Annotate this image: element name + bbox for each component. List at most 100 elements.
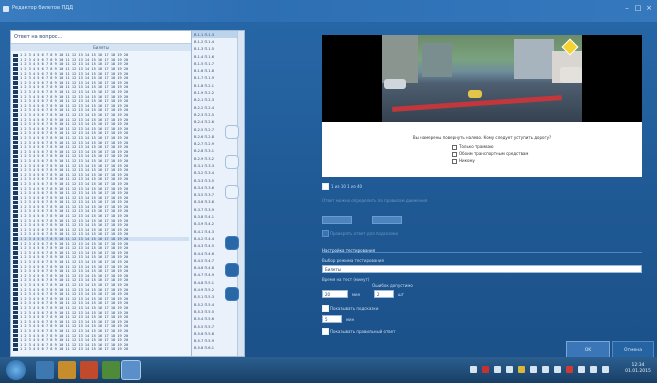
row-marker — [13, 310, 18, 315]
app-icon-green[interactable] — [102, 361, 120, 379]
active-window-icon[interactable] — [122, 361, 140, 379]
answer-option-1[interactable]: Только трамваю — [452, 144, 493, 150]
row-marker — [13, 94, 18, 99]
row-marker — [13, 145, 18, 149]
ticket-row-values: 1 2 3 4 5 6 7 8 9 10 11 12 13 14 15 16 1… — [20, 278, 129, 283]
extra-time-input[interactable]: 5 — [322, 315, 342, 323]
question-image — [322, 35, 642, 122]
tray-icon-8[interactable] — [554, 366, 561, 373]
ticket-row-values: 1 2 3 4 5 6 7 8 9 10 11 12 13 14 15 16 1… — [20, 131, 129, 136]
close-button[interactable]: × — [645, 4, 653, 12]
ticket-row-values: 1 2 3 4 5 6 7 8 9 10 11 12 13 14 15 16 1… — [20, 186, 129, 191]
ticket-row-values: 1 2 3 4 5 6 7 8 9 10 11 12 13 14 15 16 1… — [20, 204, 129, 209]
row-marker — [13, 218, 18, 223]
tray-icon-5[interactable] — [518, 366, 525, 373]
tray-icon-2[interactable] — [482, 366, 489, 373]
errors-input[interactable]: 2 — [374, 290, 394, 298]
tray-icon-6[interactable] — [530, 366, 537, 373]
show-answer-checkbox[interactable] — [322, 328, 329, 335]
row-marker — [13, 283, 18, 287]
row-marker — [13, 140, 18, 145]
ticket-row-values: 1 2 3 4 5 6 7 8 9 10 11 12 13 14 15 16 1… — [20, 218, 129, 223]
tray-icon-4[interactable] — [506, 366, 513, 373]
row-marker — [13, 172, 18, 177]
minimize-button[interactable]: – — [623, 4, 631, 12]
edit-icon[interactable] — [226, 237, 238, 249]
section-title: Настройка тестирования — [322, 248, 376, 253]
ticket-row-values: 1 2 3 4 5 6 7 8 9 10 11 12 13 14 15 16 1… — [20, 273, 129, 278]
ticket-row-values: 1 2 3 4 5 6 7 8 9 10 11 12 13 14 15 16 1… — [20, 181, 129, 186]
media-player-icon[interactable] — [80, 361, 98, 379]
row-marker — [13, 168, 18, 172]
tray-icon-10[interactable] — [578, 366, 585, 373]
row-marker — [13, 315, 18, 319]
time-input[interactable]: 20 — [322, 290, 348, 298]
ok-button[interactable]: OK — [566, 341, 610, 358]
ticket-row[interactable]: 1 2 3 4 5 6 7 8 9 10 11 12 13 14 15 16 1… — [13, 347, 189, 352]
row-marker — [13, 209, 18, 214]
paste-icon[interactable] — [226, 156, 238, 168]
tray-icon-3[interactable] — [494, 366, 501, 373]
ticket-row-values: 1 2 3 4 5 6 7 8 9 10 11 12 13 14 15 16 1… — [20, 282, 129, 287]
row-marker — [13, 246, 18, 251]
ticket-row-values: 1 2 3 4 5 6 7 8 9 10 11 12 13 14 15 16 1… — [20, 246, 129, 251]
answer-option-3[interactable]: Никому — [452, 158, 475, 164]
clock[interactable]: 12:34 01.01.2015 — [624, 363, 652, 375]
cancel-button[interactable]: Отмена — [612, 341, 654, 358]
media-checkbox[interactable] — [322, 183, 329, 190]
mode-label: Выбор режима тестирования — [322, 258, 384, 263]
questions-list-scrollbar[interactable] — [237, 31, 244, 356]
answer-option-2[interactable]: Обоим транспортным средствам — [452, 151, 528, 157]
explorer-icon[interactable] — [58, 361, 76, 379]
start-button[interactable] — [6, 360, 26, 380]
row-marker — [13, 329, 18, 333]
ticket-row-values: 1 2 3 4 5 6 7 8 9 10 11 12 13 14 15 16 1… — [20, 71, 129, 76]
ticket-row-values: 1 2 3 4 5 6 7 8 9 10 11 12 13 14 15 16 1… — [20, 103, 129, 108]
ticket-row-values: 1 2 3 4 5 6 7 8 9 10 11 12 13 14 15 16 1… — [20, 209, 129, 214]
row-marker — [13, 232, 18, 237]
tray-icon-1[interactable] — [470, 366, 477, 373]
ticket-row-values: 1 2 3 4 5 6 7 8 9 10 11 12 13 14 15 16 1… — [20, 232, 129, 237]
window-titlebar: Редактор билетов ПДД – □ × — [0, 0, 657, 22]
volume-icon[interactable] — [602, 366, 609, 373]
row-marker — [13, 90, 18, 94]
row-marker — [13, 76, 18, 81]
tray-icon-7[interactable] — [542, 366, 549, 373]
hints-checkbox[interactable] — [322, 305, 329, 312]
road-scene-picture — [382, 35, 582, 122]
ticket-row-values: 1 2 3 4 5 6 7 8 9 10 11 12 13 14 15 16 1… — [20, 328, 129, 333]
row-marker — [13, 131, 18, 136]
clock-date: 01.01.2015 — [625, 369, 651, 374]
tickets-grid[interactable]: 1 2 3 4 5 6 7 8 9 10 11 12 13 14 15 16 1… — [13, 53, 189, 353]
row-marker — [13, 324, 18, 329]
hint-field-1[interactable] — [322, 216, 352, 224]
ticket-row-values: 1 2 3 4 5 6 7 8 9 10 11 12 13 14 15 16 1… — [20, 315, 129, 320]
row-marker — [13, 292, 18, 296]
time-unit: мин — [352, 292, 361, 297]
ticket-row-values: 1 2 3 4 5 6 7 8 9 10 11 12 13 14 15 16 1… — [20, 324, 129, 329]
hint-checkbox[interactable] — [322, 230, 329, 237]
tray-icon-9[interactable] — [566, 366, 573, 373]
time-label: Время на тест (минут) — [322, 277, 370, 282]
hint-checkbox-label: Проверять ответ для подсказки — [330, 231, 398, 236]
network-icon[interactable] — [590, 366, 597, 373]
search-field-value: Ответ на вопрос... — [14, 34, 63, 40]
delete-icon[interactable] — [226, 288, 238, 300]
mode-field[interactable]: Билеты — [322, 265, 642, 273]
ticket-row-values: 1 2 3 4 5 6 7 8 9 10 11 12 13 14 15 16 1… — [20, 108, 129, 113]
maximize-button[interactable]: □ — [634, 4, 642, 12]
ticket-row-values: 1 2 3 4 5 6 7 8 9 10 11 12 13 14 15 16 1… — [20, 67, 129, 72]
lock-icon[interactable] — [226, 264, 238, 276]
ticket-row-values: 1 2 3 4 5 6 7 8 9 10 11 12 13 14 15 16 1… — [20, 305, 129, 310]
row-marker — [13, 214, 18, 218]
row-marker — [13, 177, 18, 182]
refresh-icon[interactable] — [226, 186, 238, 198]
row-marker — [13, 269, 18, 273]
row-marker — [13, 255, 18, 260]
ie-icon[interactable] — [36, 361, 54, 379]
ticket-row-values: 1 2 3 4 5 6 7 8 9 10 11 12 13 14 15 16 1… — [20, 158, 129, 163]
ticket-row-values: 1 2 3 4 5 6 7 8 9 10 11 12 13 14 15 16 1… — [20, 292, 129, 297]
hint-field-2[interactable] — [372, 216, 402, 224]
copy-icon[interactable] — [226, 126, 238, 138]
search-field[interactable]: Ответ на вопрос... — [11, 31, 191, 44]
